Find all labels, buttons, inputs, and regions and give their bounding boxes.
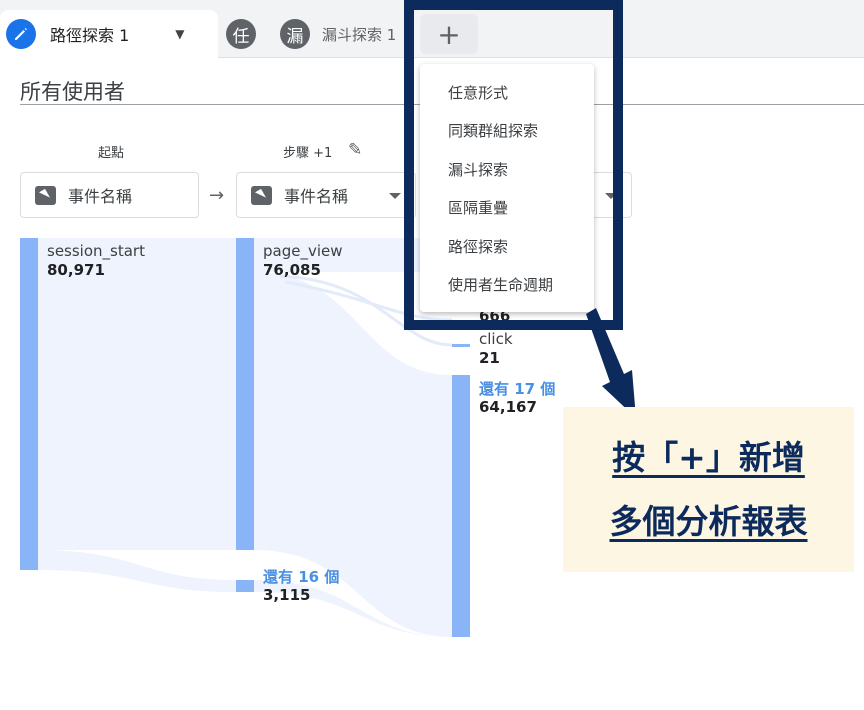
callout-line-2: 多個分析報表 — [609, 501, 808, 541]
node-value: 76,085 — [263, 261, 321, 279]
node-value: 21 — [479, 349, 500, 367]
flow-start-to-more — [38, 550, 236, 592]
node-bar-session-start[interactable] — [20, 238, 38, 570]
node-bar-step1-more[interactable] — [236, 580, 254, 592]
node-value: 80,971 — [47, 261, 105, 279]
annotation-arrow-icon — [586, 308, 636, 418]
node-label-more[interactable]: 還有 16 個 — [263, 566, 339, 587]
flow-start-to-pageview — [38, 238, 236, 550]
node-label-more[interactable]: 還有 17 個 — [479, 378, 555, 399]
node-bar-click[interactable] — [452, 344, 470, 347]
node-bar-step2-more[interactable] — [452, 375, 470, 637]
node-label: page_view — [263, 242, 343, 260]
callout-line-1: 按「+」新增 — [612, 437, 805, 477]
node-value: 64,167 — [479, 398, 537, 416]
node-bar-page-view[interactable] — [236, 238, 254, 550]
node-value: 3,115 — [263, 586, 311, 604]
node-label: session_start — [47, 242, 145, 260]
node-label: click — [479, 330, 513, 348]
annotation-callout: 按「+」新增 多個分析報表 — [563, 407, 854, 572]
annotation-highlight-box — [404, 0, 623, 330]
